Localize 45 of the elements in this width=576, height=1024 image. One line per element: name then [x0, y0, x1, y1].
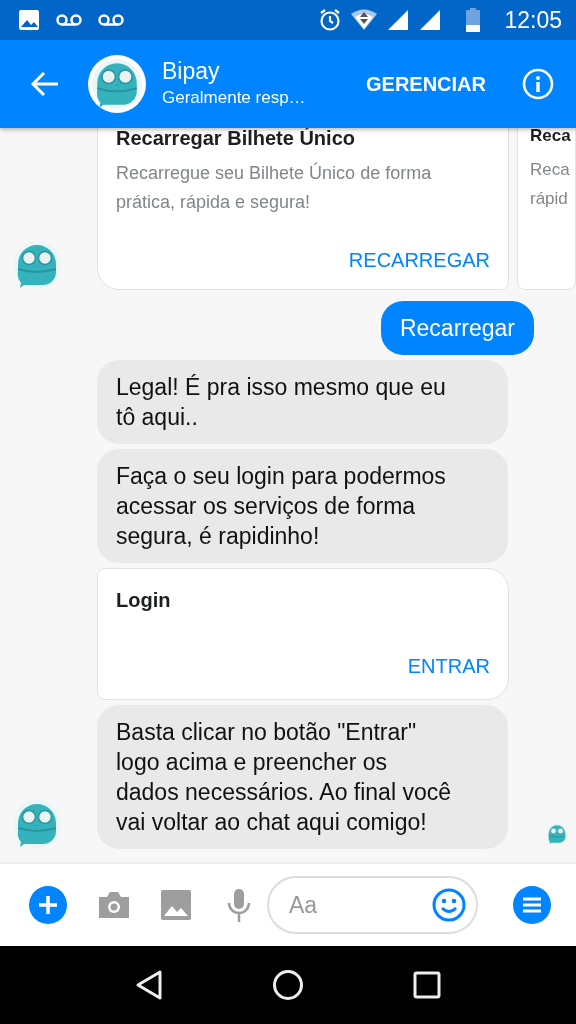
recharge-button[interactable]: RECARREGAR: [348, 245, 490, 271]
card-description: Reca rápid: [530, 158, 571, 210]
info-icon: [522, 68, 554, 100]
status-time: 12:05: [504, 5, 562, 35]
card-title: Login: [116, 588, 172, 613]
info-button[interactable]: [522, 68, 554, 100]
sent-message: Recarregar: [380, 301, 534, 355]
plus-icon: [29, 886, 67, 924]
microphone-button[interactable]: [227, 888, 251, 922]
card-title: Reca: [530, 128, 572, 147]
image-icon: [18, 9, 40, 31]
voicemail-icon: [56, 13, 82, 27]
contact-status: Geralmente resp…: [162, 87, 306, 110]
card-title: Recarregar Bilhete Único: [116, 128, 356, 151]
recents-button[interactable]: [413, 971, 442, 999]
received-message: Faça o seu login para podermos acessar os serviços de forma segura, é rapidinho!: [97, 449, 508, 563]
recents-icon: [413, 971, 442, 999]
login-button[interactable]: ENTRAR: [407, 651, 490, 681]
wifi-icon: [350, 9, 379, 31]
menu-button[interactable]: [513, 886, 551, 924]
menu-icon: [513, 886, 551, 924]
microphone-icon: [227, 888, 251, 922]
gallery-button[interactable]: [161, 890, 191, 920]
contact-name: Bipay: [162, 57, 221, 86]
message-input[interactable]: Aa: [287, 886, 407, 924]
back-button[interactable]: [134, 969, 163, 1001]
smiley-icon: [432, 888, 466, 922]
signal-icon: [418, 8, 443, 32]
back-icon: [134, 969, 163, 1001]
back-arrow-icon: [30, 71, 60, 97]
voicemail-icon: [98, 13, 124, 27]
manage-button[interactable]: GERENCIAR: [366, 69, 486, 99]
signal-icon: [386, 8, 411, 32]
received-message: Legal! É pra isso mesmo que eu tô aqui..: [97, 360, 508, 444]
battery-icon: [466, 8, 481, 32]
home-icon: [272, 969, 304, 1001]
camera-icon: [97, 890, 131, 920]
emoji-button[interactable]: [432, 888, 466, 922]
add-button[interactable]: [29, 886, 67, 924]
message-field[interactable]: Aa: [267, 876, 478, 934]
image-icon: [161, 890, 191, 920]
home-button[interactable]: [272, 969, 304, 1001]
card-description: Recarregue seu Bilhete Único de forma prática, rápida e segura!: [116, 161, 433, 214]
received-message: Basta clicar no botão "Entrar" logo acima e preencher os dados necessários. Ao final você vai voltar ao chat aqui comigo!: [97, 705, 508, 849]
camera-button[interactable]: [97, 890, 131, 920]
